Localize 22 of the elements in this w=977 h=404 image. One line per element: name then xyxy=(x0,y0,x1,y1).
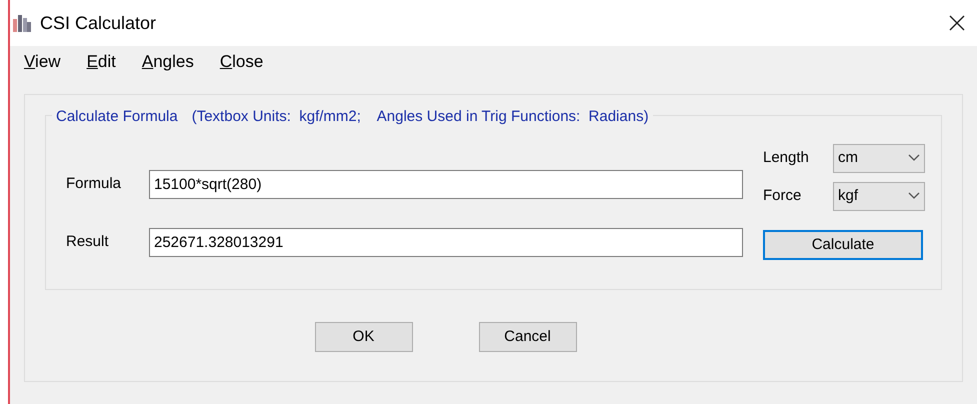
close-icon[interactable] xyxy=(949,15,965,31)
menu-item[interactable]: Angles xyxy=(142,49,194,75)
calculate-button[interactable]: Calculate xyxy=(763,230,923,260)
field-label: Formula xyxy=(66,174,122,194)
window-title: CSI Calculator xyxy=(40,12,156,34)
formula-field[interactable]: 15100*sqrt(280) xyxy=(149,170,743,198)
menu-item[interactable]: View xyxy=(24,49,61,75)
unit-label: Length xyxy=(763,148,810,168)
units-note: (Textbox Units: kgf/mm2; Angles Used in Trig Functions: Radians) xyxy=(192,107,649,127)
menu-item[interactable]: Close xyxy=(220,49,264,75)
dialog-button[interactable]: OK xyxy=(314,322,412,352)
chevron-down-icon xyxy=(908,154,920,162)
unit-dropdown[interactable]: kgf xyxy=(833,182,925,210)
dialog-button[interactable]: Cancel xyxy=(478,322,576,352)
group-title: Calculate Formula xyxy=(56,107,178,127)
app-icon xyxy=(12,13,32,33)
chevron-down-icon xyxy=(908,192,920,200)
field-label: Result xyxy=(66,232,110,252)
result-field[interactable]: 252671.328013291 xyxy=(149,228,743,256)
menu-item[interactable]: Edit xyxy=(86,49,116,75)
unit-label: Force xyxy=(763,186,802,206)
unit-dropdown[interactable]: cm xyxy=(833,144,925,172)
